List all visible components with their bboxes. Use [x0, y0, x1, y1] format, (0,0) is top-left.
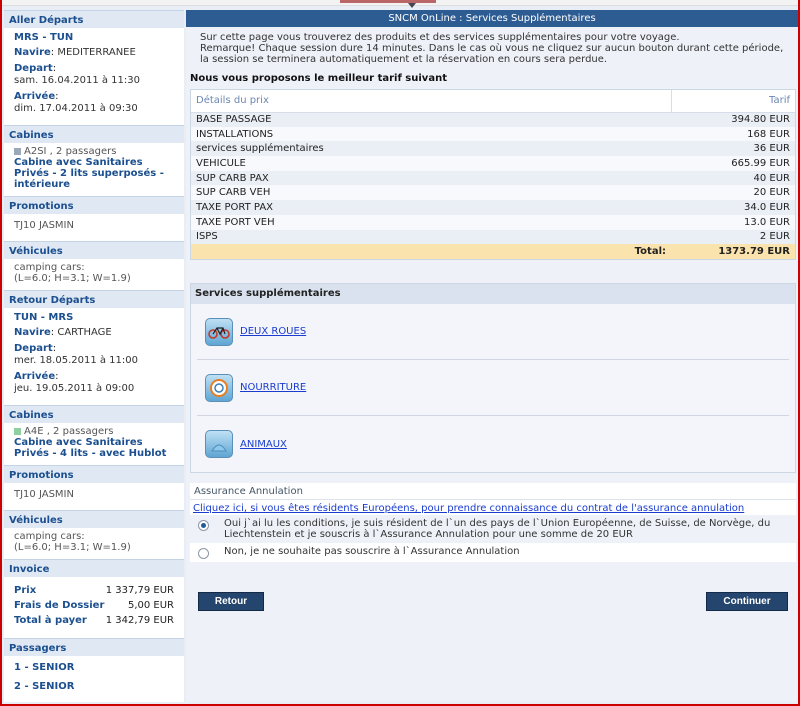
return-route: TUN - MRS: [14, 312, 74, 323]
service-link-food[interactable]: NOURRITURE: [240, 382, 306, 393]
vehicle-out-type: camping cars:: [14, 262, 85, 273]
service-animals[interactable]: ANIMAUX: [197, 416, 789, 472]
table-row: TAXE PORT VEH 13.0 EUR: [196, 216, 790, 228]
price-table: Détails du prix Tarif BASE PASSAGE 394.80…: [191, 90, 795, 260]
outbound-header: Aller Départs: [4, 10, 184, 28]
vehicles-out-header: Véhicules: [4, 241, 184, 259]
table-row: services supplémentaires 36 EUR: [191, 141, 795, 157]
invoice-row-fees: Frais de Dossier 5,00 EUR: [14, 600, 174, 611]
table-row: SUP CARB VEH 20 EUR: [196, 187, 790, 199]
cabin-color-icon: [14, 148, 21, 155]
bicycle-icon[interactable]: [205, 317, 233, 346]
outbound-route: MRS - TUN: [14, 32, 74, 43]
page-title: SNCM OnLine : Services Supplémentaires: [186, 10, 798, 27]
passengers-header: Passagers: [4, 638, 184, 656]
service-link-animals[interactable]: ANIMAUX: [240, 439, 287, 450]
extra-services-box: Services supplémentaires DEUX ROUES NOUR…: [190, 283, 796, 474]
continue-button[interactable]: Continuer: [706, 592, 788, 611]
return-arrival: Arrivée: jeu. 19.05.2011 à 09:00: [14, 371, 135, 394]
cabin-ret-desc: Cabine avec Sanitaires Privés - 4 lits -…: [14, 437, 167, 459]
triangle-down-icon: [408, 3, 416, 8]
intro-line-2: Remarque! Chaque session dure 14 minutes…: [200, 43, 784, 65]
total-row: Total: 1373.79 EUR: [191, 244, 795, 260]
cabin-color-icon: [14, 428, 21, 435]
best-offer-heading: Nous vous proposons le meilleur tarif su…: [190, 73, 447, 84]
col-tarif: Tarif: [670, 90, 795, 113]
insurance-option-yes[interactable]: Oui j`ai lu les conditions, je suis rési…: [190, 515, 796, 544]
col-details: Détails du prix: [191, 90, 671, 113]
insurance-no-label: Non, je ne souhaite pas souscrire à l`As…: [224, 546, 520, 558]
return-header: Retour Départs: [4, 290, 184, 308]
cabins-ret-header: Cabines: [4, 405, 184, 423]
table-row: TAXE PORT PAX 34.0 EUR: [191, 200, 795, 215]
invoice-row-total: Total à payer 1 342,79 EUR: [14, 615, 174, 626]
active-tab-indicator: [340, 0, 436, 3]
table-row: SUP CARB PAX 40 EUR: [191, 170, 795, 186]
booking-summary-sidebar: Aller Départs MRS - TUN Navire: MEDITERR…: [4, 10, 184, 702]
insurance-no-radio[interactable]: [198, 548, 209, 560]
extra-services-header: Services supplémentaires: [191, 284, 795, 305]
table-row: INSTALLATIONS 168 EUR: [196, 128, 790, 140]
cabin-ret-code: A4E , 2 passagers: [14, 426, 174, 437]
outbound-ship: Navire: MEDITERRANEE: [14, 47, 136, 58]
cancellation-insurance-box: Assurance Annulation Cliquez ici, si vou…: [190, 483, 796, 563]
animal-icon[interactable]: [205, 430, 233, 459]
promo-ret-value: TJ10 JASMIN: [14, 489, 74, 500]
vehicle-ret-dims: (L=6.0; H=3.1; W=1.9): [14, 542, 131, 553]
cabins-out-header: Cabines: [4, 125, 184, 143]
outbound-depart: Depart: sam. 16.04.2011 à 11:30: [14, 63, 140, 86]
intro-text: Sur cette page vous trouverez des produi…: [186, 27, 798, 69]
promo-out-value: TJ10 JASMIN: [14, 220, 74, 231]
return-ship: Navire: CARTHAGE: [14, 327, 112, 338]
invoice-header: Invoice: [4, 559, 184, 577]
outbound-arrival: Arrivée: dim. 17.04.2011 à 09:30: [14, 91, 138, 114]
vehicles-ret-header: Véhicules: [4, 510, 184, 528]
table-row: BASE PASSAGE 394.80 EUR: [191, 112, 795, 127]
service-link-two-wheels[interactable]: DEUX ROUES: [240, 326, 306, 337]
intro-line-1: Sur cette page vous trouverez des produi…: [200, 32, 680, 43]
service-food[interactable]: NOURRITURE: [197, 360, 789, 417]
table-row: VEHICULE 665.99 EUR: [196, 157, 790, 169]
price-details-box: Détails du prix Tarif BASE PASSAGE 394.80…: [190, 89, 796, 261]
back-button[interactable]: Retour: [198, 592, 264, 611]
passenger-item: 1 - SENIOR: [14, 662, 75, 673]
invoice-row-price: Prix 1 337,79 EUR: [14, 585, 174, 596]
insurance-yes-label: Oui j`ai lu les conditions, je suis rési…: [224, 518, 771, 541]
insurance-contract-link[interactable]: Cliquez ici, si vous êtes résidents Euro…: [190, 500, 796, 515]
service-two-wheels[interactable]: DEUX ROUES: [197, 304, 789, 361]
insurance-header: Assurance Annulation: [190, 483, 796, 501]
cabin-out-code: A2SI , 2 passagers: [14, 146, 174, 157]
food-plate-icon[interactable]: [205, 373, 233, 402]
cabin-out-desc: Cabine avec Sanitaires Privés - 2 lits s…: [14, 157, 164, 190]
passenger-item: 2 - SENIOR: [14, 681, 75, 692]
promo-out-header: Promotions: [4, 196, 184, 214]
main-panel: SNCM OnLine : Services Supplémentaires S…: [186, 10, 798, 702]
vehicle-out-dims: (L=6.0; H=3.1; W=1.9): [14, 273, 131, 284]
return-depart: Depart: mer. 18.05.2011 à 11:00: [14, 343, 139, 366]
insurance-option-no[interactable]: Non, je ne souhaite pas souscrire à l`As…: [190, 543, 796, 562]
table-row: ISPS 2 EUR: [191, 229, 795, 245]
vehicle-ret-type: camping cars:: [14, 531, 85, 542]
top-strip: [2, 0, 798, 8]
promo-ret-header: Promotions: [4, 465, 184, 483]
insurance-yes-radio[interactable]: [198, 520, 209, 532]
